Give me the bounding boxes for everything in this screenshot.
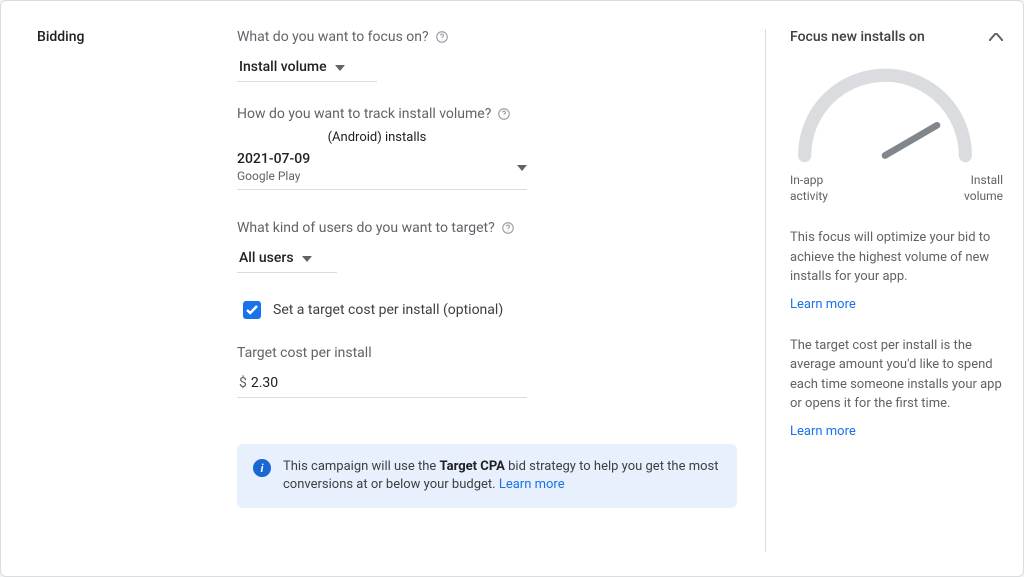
side-paragraph-2: The target cost per install is the avera… xyxy=(790,336,1003,414)
bidding-card: Bidding What do you want to focus on? In… xyxy=(0,0,1024,577)
focus-dropdown[interactable]: Install volume xyxy=(237,57,377,82)
side-learn-more-link-2[interactable]: Learn more xyxy=(790,424,1003,439)
help-icon[interactable] xyxy=(435,30,449,44)
track-question: How do you want to track install volume? xyxy=(237,106,491,122)
track-question-row: How do you want to track install volume? xyxy=(237,106,737,122)
target-cpi-checkbox[interactable] xyxy=(243,301,261,319)
users-question-row: What kind of users do you want to target… xyxy=(237,220,737,236)
side-learn-more-link-1[interactable]: Learn more xyxy=(790,297,1003,312)
focus-question-row: What do you want to focus on? xyxy=(237,29,737,45)
users-question: What kind of users do you want to target… xyxy=(237,220,495,236)
caret-down-icon xyxy=(517,159,527,183)
info-banner: i This campaign will use the Target CPA … xyxy=(237,444,737,508)
target-cpi-checkbox-label: Set a target cost per install (optional) xyxy=(273,302,503,318)
target-cpi-value: 2.30 xyxy=(251,375,278,391)
side-panel: Focus new installs on In-app activity In… xyxy=(765,29,1003,552)
side-panel-title: Focus new installs on xyxy=(790,29,925,45)
side-paragraph-1: This focus will optimize your bid to ach… xyxy=(790,228,1003,287)
side-panel-header: Focus new installs on xyxy=(790,29,1003,45)
track-secondary: (Android) installs xyxy=(237,130,517,145)
target-cpi-checkbox-row: Set a target cost per install (optional) xyxy=(237,301,737,319)
banner-learn-more-link[interactable]: Learn more xyxy=(499,477,565,492)
gauge-right-label: Install volume xyxy=(964,173,1003,204)
section-title: Bidding xyxy=(37,29,237,552)
main-column: What do you want to focus on? Install vo… xyxy=(237,29,761,552)
caret-down-icon xyxy=(335,59,345,75)
info-banner-text: This campaign will use the Target CPA bi… xyxy=(283,458,721,494)
focus-dropdown-value: Install volume xyxy=(239,59,327,75)
help-icon[interactable] xyxy=(497,107,511,121)
focus-question: What do you want to focus on? xyxy=(237,29,429,45)
users-dropdown-value: All users xyxy=(239,250,294,266)
track-dropdown[interactable]: (Android) installs 2021-07-09 Google Pla… xyxy=(237,130,527,190)
help-icon[interactable] xyxy=(501,221,515,235)
currency-symbol: $ xyxy=(239,375,247,391)
caret-down-icon xyxy=(302,250,312,266)
gauge-left-label: In-app activity xyxy=(790,173,828,204)
track-store: Google Play xyxy=(237,169,517,183)
track-primary: 2021-07-09 xyxy=(237,151,517,167)
users-dropdown[interactable]: All users xyxy=(237,248,337,273)
collapse-caret-icon[interactable] xyxy=(989,29,1003,45)
gauge: In-app activity Install volume xyxy=(790,61,1003,204)
target-cpi-label: Target cost per install xyxy=(237,345,737,361)
target-cpi-input[interactable]: $ 2.30 xyxy=(237,371,527,398)
info-icon: i xyxy=(253,459,271,477)
